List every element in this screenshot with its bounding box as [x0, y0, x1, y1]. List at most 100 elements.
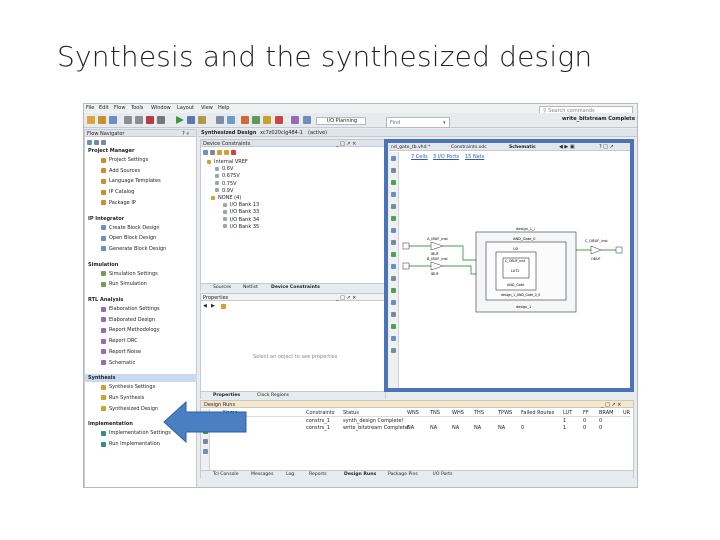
collapse-all-icon[interactable]	[210, 150, 215, 155]
tab-log[interactable]: Log	[286, 472, 294, 478]
window-controls-icon[interactable]: _ □ ↗ ×	[601, 402, 621, 408]
tab-sources[interactable]: Sources	[213, 285, 231, 291]
column-header[interactable]: UR	[623, 410, 630, 416]
flow-item-run-synthesis[interactable]: Run Synthesis	[109, 395, 144, 401]
window-controls-icon[interactable]: _ □ ↗ ×	[336, 141, 356, 147]
flow-item-elaboration-settings[interactable]: Elaboration Settings	[109, 306, 160, 312]
copy-icon[interactable]	[146, 116, 154, 124]
column-header[interactable]: WHS	[452, 410, 464, 416]
menu-window[interactable]: Window	[151, 105, 171, 111]
tab-package-pins[interactable]: Package Pins	[388, 472, 418, 478]
properties-icon[interactable]	[221, 304, 226, 309]
flow-item-generate-block-design[interactable]: Generate Block Design	[109, 246, 166, 252]
tab-properties[interactable]: Properties	[213, 393, 240, 399]
menu-tools[interactable]: Tools	[131, 105, 143, 111]
open-icon[interactable]	[98, 116, 106, 124]
menu-view[interactable]: View	[201, 105, 213, 111]
table-row[interactable]: ✓impl_1constrs_1write_bitstream Complete…	[211, 425, 631, 431]
stop-icon[interactable]	[241, 116, 249, 124]
collapse-all-icon[interactable]	[94, 140, 99, 145]
flow-item-package-ip[interactable]: Package IP	[109, 200, 136, 206]
device-constraints-item[interactable]: I/O Bank 35	[230, 224, 259, 230]
search-icon[interactable]	[203, 150, 208, 155]
device-constraints-item[interactable]: NONE (4)	[218, 195, 241, 201]
flow-section-project-manager[interactable]: Project Manager	[88, 148, 134, 154]
program-icon[interactable]	[198, 116, 206, 124]
back-icon[interactable]: ◀	[203, 303, 207, 309]
flow-item-synthesis-settings[interactable]: Synthesis Settings	[109, 384, 155, 390]
tab-design-runs[interactable]: Design Runs	[344, 472, 376, 478]
close-project-icon[interactable]	[275, 116, 283, 124]
warning-icon[interactable]	[263, 116, 271, 124]
search-icon[interactable]	[87, 140, 92, 145]
flow-section-synthesis[interactable]: Synthesis	[88, 375, 115, 381]
flow-item-run-simulation[interactable]: Run Simulation	[109, 281, 147, 287]
settings-icon[interactable]	[216, 116, 224, 124]
flow-item-report-noise[interactable]: Report Noise	[109, 349, 141, 355]
column-header[interactable]: Constraints	[306, 410, 335, 416]
flow-item-report-methodology[interactable]: Report Methodology	[109, 327, 160, 333]
find-input[interactable]: Find ▾	[386, 117, 450, 128]
flow-item-synthesized-design[interactable]: Synthesized Design	[109, 406, 158, 412]
sigma-icon[interactable]	[291, 116, 299, 124]
menu-flow[interactable]: Flow	[114, 105, 125, 111]
flow-section-rtl-analysis[interactable]: RTL Analysis	[88, 297, 123, 303]
redo-icon[interactable]	[135, 116, 143, 124]
window-icon[interactable]	[303, 116, 311, 124]
report-icon[interactable]	[252, 116, 260, 124]
column-header[interactable]: FF	[583, 410, 589, 416]
menu-help[interactable]: Help	[218, 105, 229, 111]
column-header[interactable]: Status	[343, 410, 359, 416]
device-constraints-item[interactable]: I/O Bank 13	[230, 202, 259, 208]
column-header[interactable]: THS	[474, 410, 484, 416]
column-header[interactable]: TPWS	[498, 410, 512, 416]
flow-item-schematic[interactable]: Schematic	[109, 360, 135, 366]
device-constraints-item[interactable]: 0.675V	[222, 173, 240, 179]
device-constraints-item[interactable]: Internal VREF	[214, 159, 248, 165]
window-controls-icon[interactable]: _ □ ↗ ×	[336, 295, 356, 301]
flow-item-report-drc[interactable]: Report DRC	[109, 338, 138, 344]
undo-icon[interactable]	[124, 116, 132, 124]
tab-tcl-console[interactable]: Tcl Console	[213, 472, 239, 478]
device-constraints-item[interactable]: 0.75V	[222, 181, 237, 187]
tab-io-ports[interactable]: I/O Ports	[433, 472, 452, 478]
help-icon[interactable]: ? «	[182, 131, 189, 137]
group-icon[interactable]	[224, 150, 229, 155]
menu-layout[interactable]: Layout	[177, 105, 194, 111]
menu-file[interactable]: File	[86, 105, 94, 111]
save-icon[interactable]	[109, 116, 117, 124]
flow-item-create-block-design[interactable]: Create Block Design	[109, 225, 160, 231]
new-project-icon[interactable]	[87, 116, 95, 124]
column-header[interactable]: LUT	[563, 410, 572, 416]
table-row[interactable]: synth_1constrs_1synth_design Complete!10…	[211, 418, 631, 424]
device-constraints-item[interactable]: I/O Bank 33	[230, 209, 259, 215]
device-constraints-item[interactable]: 0.6V	[222, 166, 233, 172]
device-constraints-item[interactable]: 0.9V	[222, 188, 233, 194]
forward-icon[interactable]: ▶	[211, 303, 215, 309]
device-constraints-item[interactable]: I/O Bank 34	[230, 217, 259, 223]
flow-item-language-templates[interactable]: Language Templates	[109, 178, 161, 184]
flow-section-simulation[interactable]: Simulation	[88, 262, 118, 268]
layout-icon[interactable]	[227, 116, 235, 124]
flow-item-project-settings[interactable]: Project Settings	[109, 157, 148, 163]
flow-item-ip-catalog[interactable]: IP Catalog	[109, 189, 134, 195]
flow-item-elaborated-design[interactable]: Elaborated Design	[109, 317, 155, 323]
tab-clock-regions[interactable]: Clock Regions	[257, 393, 289, 399]
tab-netlist[interactable]: Netlist	[243, 285, 258, 291]
tab-messages[interactable]: Messages	[251, 472, 274, 478]
column-header[interactable]: TNS	[430, 410, 440, 416]
run-icon[interactable]	[176, 116, 184, 124]
tab-device-constraints[interactable]: Device Constraints	[271, 285, 320, 291]
flow-item-simulation-settings[interactable]: Simulation Settings	[109, 271, 158, 277]
expand-all-icon[interactable]	[101, 140, 106, 145]
step-icon[interactable]	[187, 116, 195, 124]
flow-item-add-sources[interactable]: Add Sources	[109, 168, 140, 174]
tab-reports[interactable]: Reports	[309, 472, 327, 478]
flow-item-run-implementation[interactable]: Run Implementation	[109, 441, 160, 447]
delete-icon[interactable]	[157, 116, 165, 124]
chevron-down-icon[interactable]: ▾	[443, 120, 446, 126]
flow-section-implementation[interactable]: Implementation	[88, 421, 133, 427]
layout-select[interactable]: I/O Planning	[316, 117, 366, 125]
remove-icon[interactable]	[231, 150, 236, 155]
run-settings-icon[interactable]	[203, 449, 208, 454]
